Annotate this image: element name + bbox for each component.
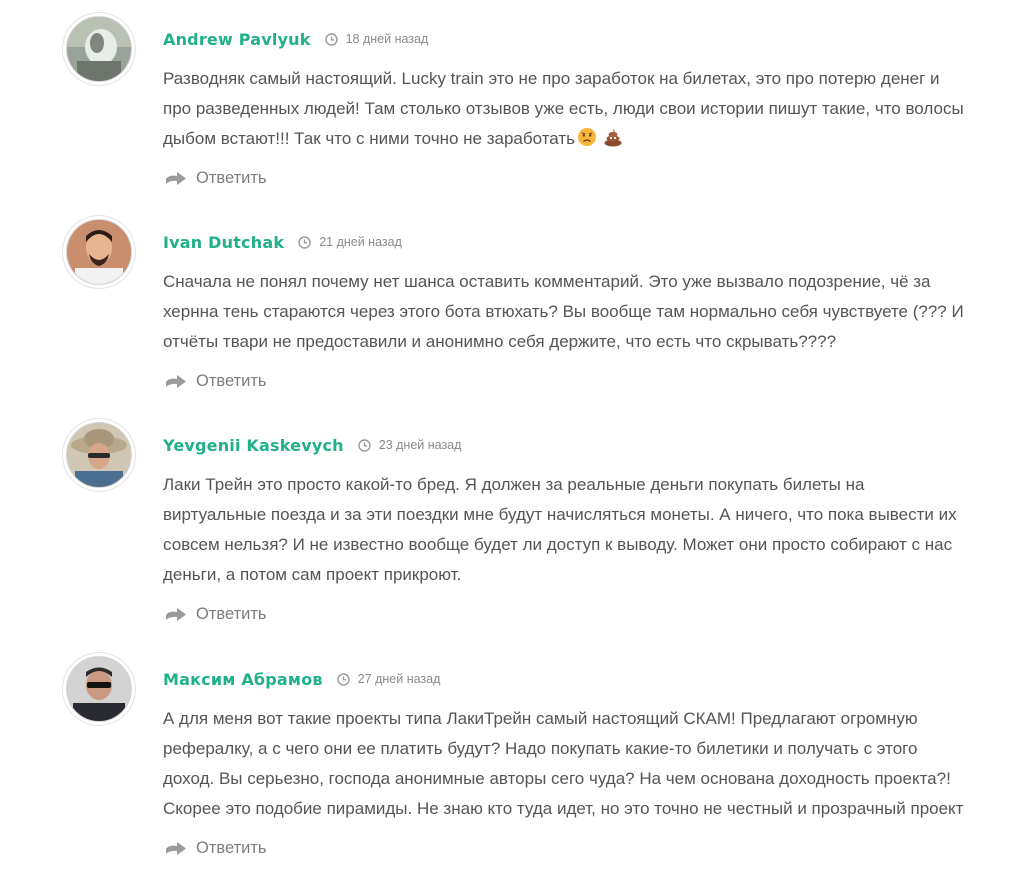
- reply-button[interactable]: Ответить: [165, 602, 267, 626]
- comment-line: отчёты твари не предоставили и анонимно …: [163, 332, 837, 351]
- comment-author[interactable]: Ivan Dutchak: [163, 233, 284, 252]
- comment-author[interactable]: Yevgenii Kaskevych: [163, 436, 344, 455]
- reply-label: Ответить: [196, 604, 267, 623]
- reply-arrow-icon: [165, 606, 187, 622]
- reply-button[interactable]: Ответить: [165, 166, 267, 190]
- reply-label: Ответить: [196, 371, 267, 390]
- comment-text: А для меня вот такие проекты типа ЛакиТр…: [163, 704, 1013, 824]
- comment-line: виртуальные поезда и за эти поездки мне …: [163, 505, 957, 524]
- reply-label: Ответить: [196, 168, 267, 187]
- sad-face-emoji-icon: [577, 127, 597, 157]
- comment-text: Сначала не понял почему нет шанса остави…: [163, 267, 1013, 357]
- clock-icon: [337, 672, 350, 686]
- comment-line: доход. Вы серьезно, господа анонимные ав…: [163, 769, 951, 788]
- avatar[interactable]: [66, 219, 132, 285]
- clock-icon: [298, 235, 311, 249]
- reply-label: Ответить: [196, 838, 267, 857]
- comment-line: Сначала не понял почему нет шанса остави…: [163, 272, 931, 291]
- comment-line: рефералку, а с чего они ее платить будут…: [163, 739, 918, 758]
- comment-line: Разводняк самый настоящий. Lucky train э…: [163, 69, 940, 88]
- comment-author[interactable]: Максим Абрамов: [163, 670, 323, 689]
- reply-arrow-icon: [165, 840, 187, 856]
- comment-line: деньги, а потом сам проект прикроют.: [163, 565, 462, 584]
- clock-icon: [324, 32, 338, 46]
- comment-meta: Yevgenii Kaskevych 23 дней назад: [163, 434, 461, 456]
- comment-author[interactable]: Andrew Pavlyuk: [163, 30, 311, 49]
- comment-meta: Andrew Pavlyuk 18 дней назад: [163, 28, 428, 50]
- comment-date: 21 дней назад: [319, 235, 402, 249]
- comment-line: А для меня вот такие проекты типа ЛакиТр…: [163, 709, 918, 728]
- comment-text: Лаки Трейн это просто какой-то бред. Я д…: [163, 470, 1013, 590]
- comment-line-with-emoji: дыбом встают!!! Так что с ними точно не …: [163, 124, 1013, 157]
- comment-line: хернна тень стараются через этого бота в…: [163, 302, 964, 321]
- comment-line: дыбом встают!!! Так что с ними точно не …: [163, 129, 576, 148]
- comment-date: 18 дней назад: [345, 32, 429, 46]
- comment-line: Лаки Трейн это просто какой-то бред. Я д…: [163, 475, 865, 494]
- comment-meta: Ivan Dutchak 21 дней назад: [163, 231, 402, 253]
- clock-icon: [358, 438, 371, 452]
- reply-arrow-icon: [165, 373, 187, 389]
- comment-date: 23 дней назад: [378, 438, 462, 452]
- comment-meta: Максим Абрамов 27 дней назад: [163, 668, 440, 690]
- comment-line: Скорее это подобие пирамиды. Не знаю кто…: [163, 799, 964, 818]
- comment-line: совсем нельзя? И не известно вообще буде…: [163, 535, 953, 554]
- avatar[interactable]: [66, 422, 132, 488]
- avatar[interactable]: [66, 16, 132, 82]
- reply-button[interactable]: Ответить: [165, 836, 267, 860]
- comments-list: Andrew Pavlyuk 18 дней назад Разводняк с…: [0, 0, 1025, 888]
- comment-date: 27 дней назад: [357, 672, 441, 686]
- avatar[interactable]: [66, 656, 132, 722]
- reply-button[interactable]: Ответить: [165, 369, 267, 393]
- comment-text: Разводняк самый настоящий. Lucky train э…: [163, 64, 1013, 157]
- poop-emoji-icon: [603, 127, 623, 157]
- reply-arrow-icon: [165, 170, 187, 186]
- comment-line: про разведенных людей! Там столько отзыв…: [163, 99, 964, 118]
